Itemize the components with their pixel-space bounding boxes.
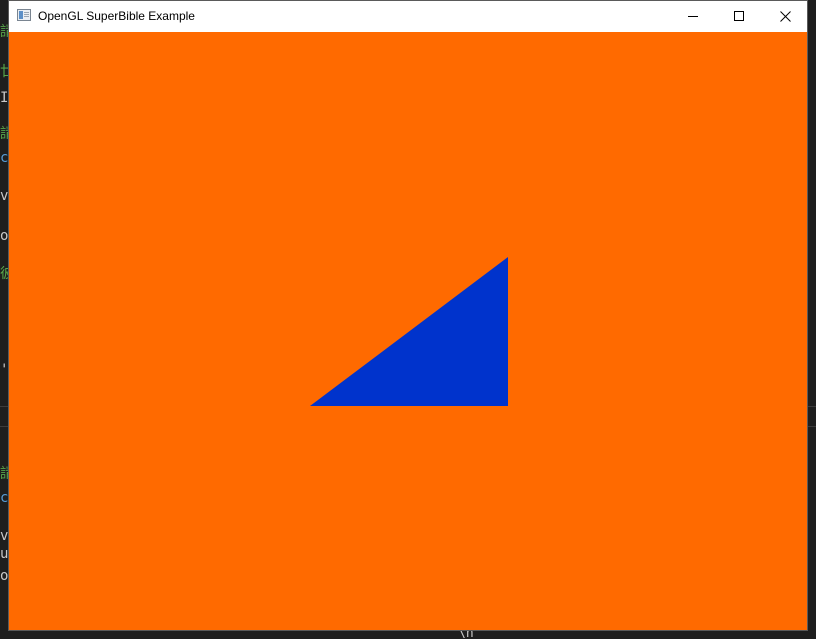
render-canvas bbox=[310, 257, 508, 406]
close-button[interactable] bbox=[762, 1, 808, 31]
minimize-icon bbox=[688, 16, 698, 17]
app-window-icon[interactable] bbox=[17, 9, 31, 21]
opengl-render-area[interactable] bbox=[9, 32, 807, 630]
maximize-icon bbox=[734, 11, 744, 21]
window-title: OpenGL SuperBible Example bbox=[38, 9, 195, 23]
minimize-button[interactable] bbox=[670, 1, 716, 31]
blue-triangle bbox=[310, 257, 508, 406]
close-icon bbox=[779, 10, 791, 22]
desktop-background: 請 廿 I 請 c v o 彼 ' 請 c v u o \n OpenGL Su… bbox=[0, 0, 816, 639]
maximize-button[interactable] bbox=[716, 1, 762, 31]
app-window: OpenGL SuperBible Example bbox=[8, 0, 808, 631]
title-bar[interactable]: OpenGL SuperBible Example bbox=[9, 1, 807, 31]
